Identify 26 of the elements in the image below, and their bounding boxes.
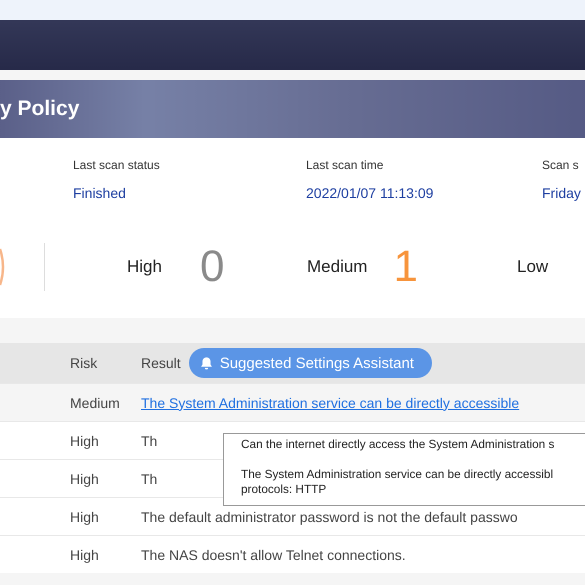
risk-cell-text: High xyxy=(69,432,100,448)
result-cell: Th xyxy=(141,432,158,448)
info-value: Finished xyxy=(73,185,127,201)
risk-cell-text: Medium xyxy=(69,394,121,410)
column-header: Risk xyxy=(69,355,98,371)
risk-level-label: Low xyxy=(517,257,548,277)
risk-level-label: Medium xyxy=(307,257,368,277)
risk-cell-text: High xyxy=(69,508,100,524)
result-cell: The default administrator password is not the default passwo xyxy=(141,508,518,524)
risk-count: 0 xyxy=(200,245,224,289)
info-label: Last scan time xyxy=(306,158,384,172)
risk-count: 1 xyxy=(393,245,418,289)
info-value: 2022/01/07 11:13:09 xyxy=(306,185,434,201)
risk-cell-text: High xyxy=(69,470,100,486)
column-header: Result xyxy=(141,355,181,371)
result-cell: Th xyxy=(141,470,158,486)
result-cell: The NAS doesn't allow Telnet connections. xyxy=(141,546,406,562)
risk-level-label: High xyxy=(127,257,162,277)
tooltip-answer: The System Administration service can be directly accessibl xyxy=(241,467,554,481)
info-value: Friday xyxy=(542,185,581,201)
risk-cell-text: High xyxy=(69,546,100,562)
info-label: Last scan status xyxy=(73,158,161,172)
page-title: y Policy xyxy=(0,97,80,121)
tooltip-answer: protocols: HTTP xyxy=(241,482,328,496)
tooltip-question: Can the internet directly access the System Administration s xyxy=(241,437,556,451)
info-label: Scan s xyxy=(542,158,580,172)
